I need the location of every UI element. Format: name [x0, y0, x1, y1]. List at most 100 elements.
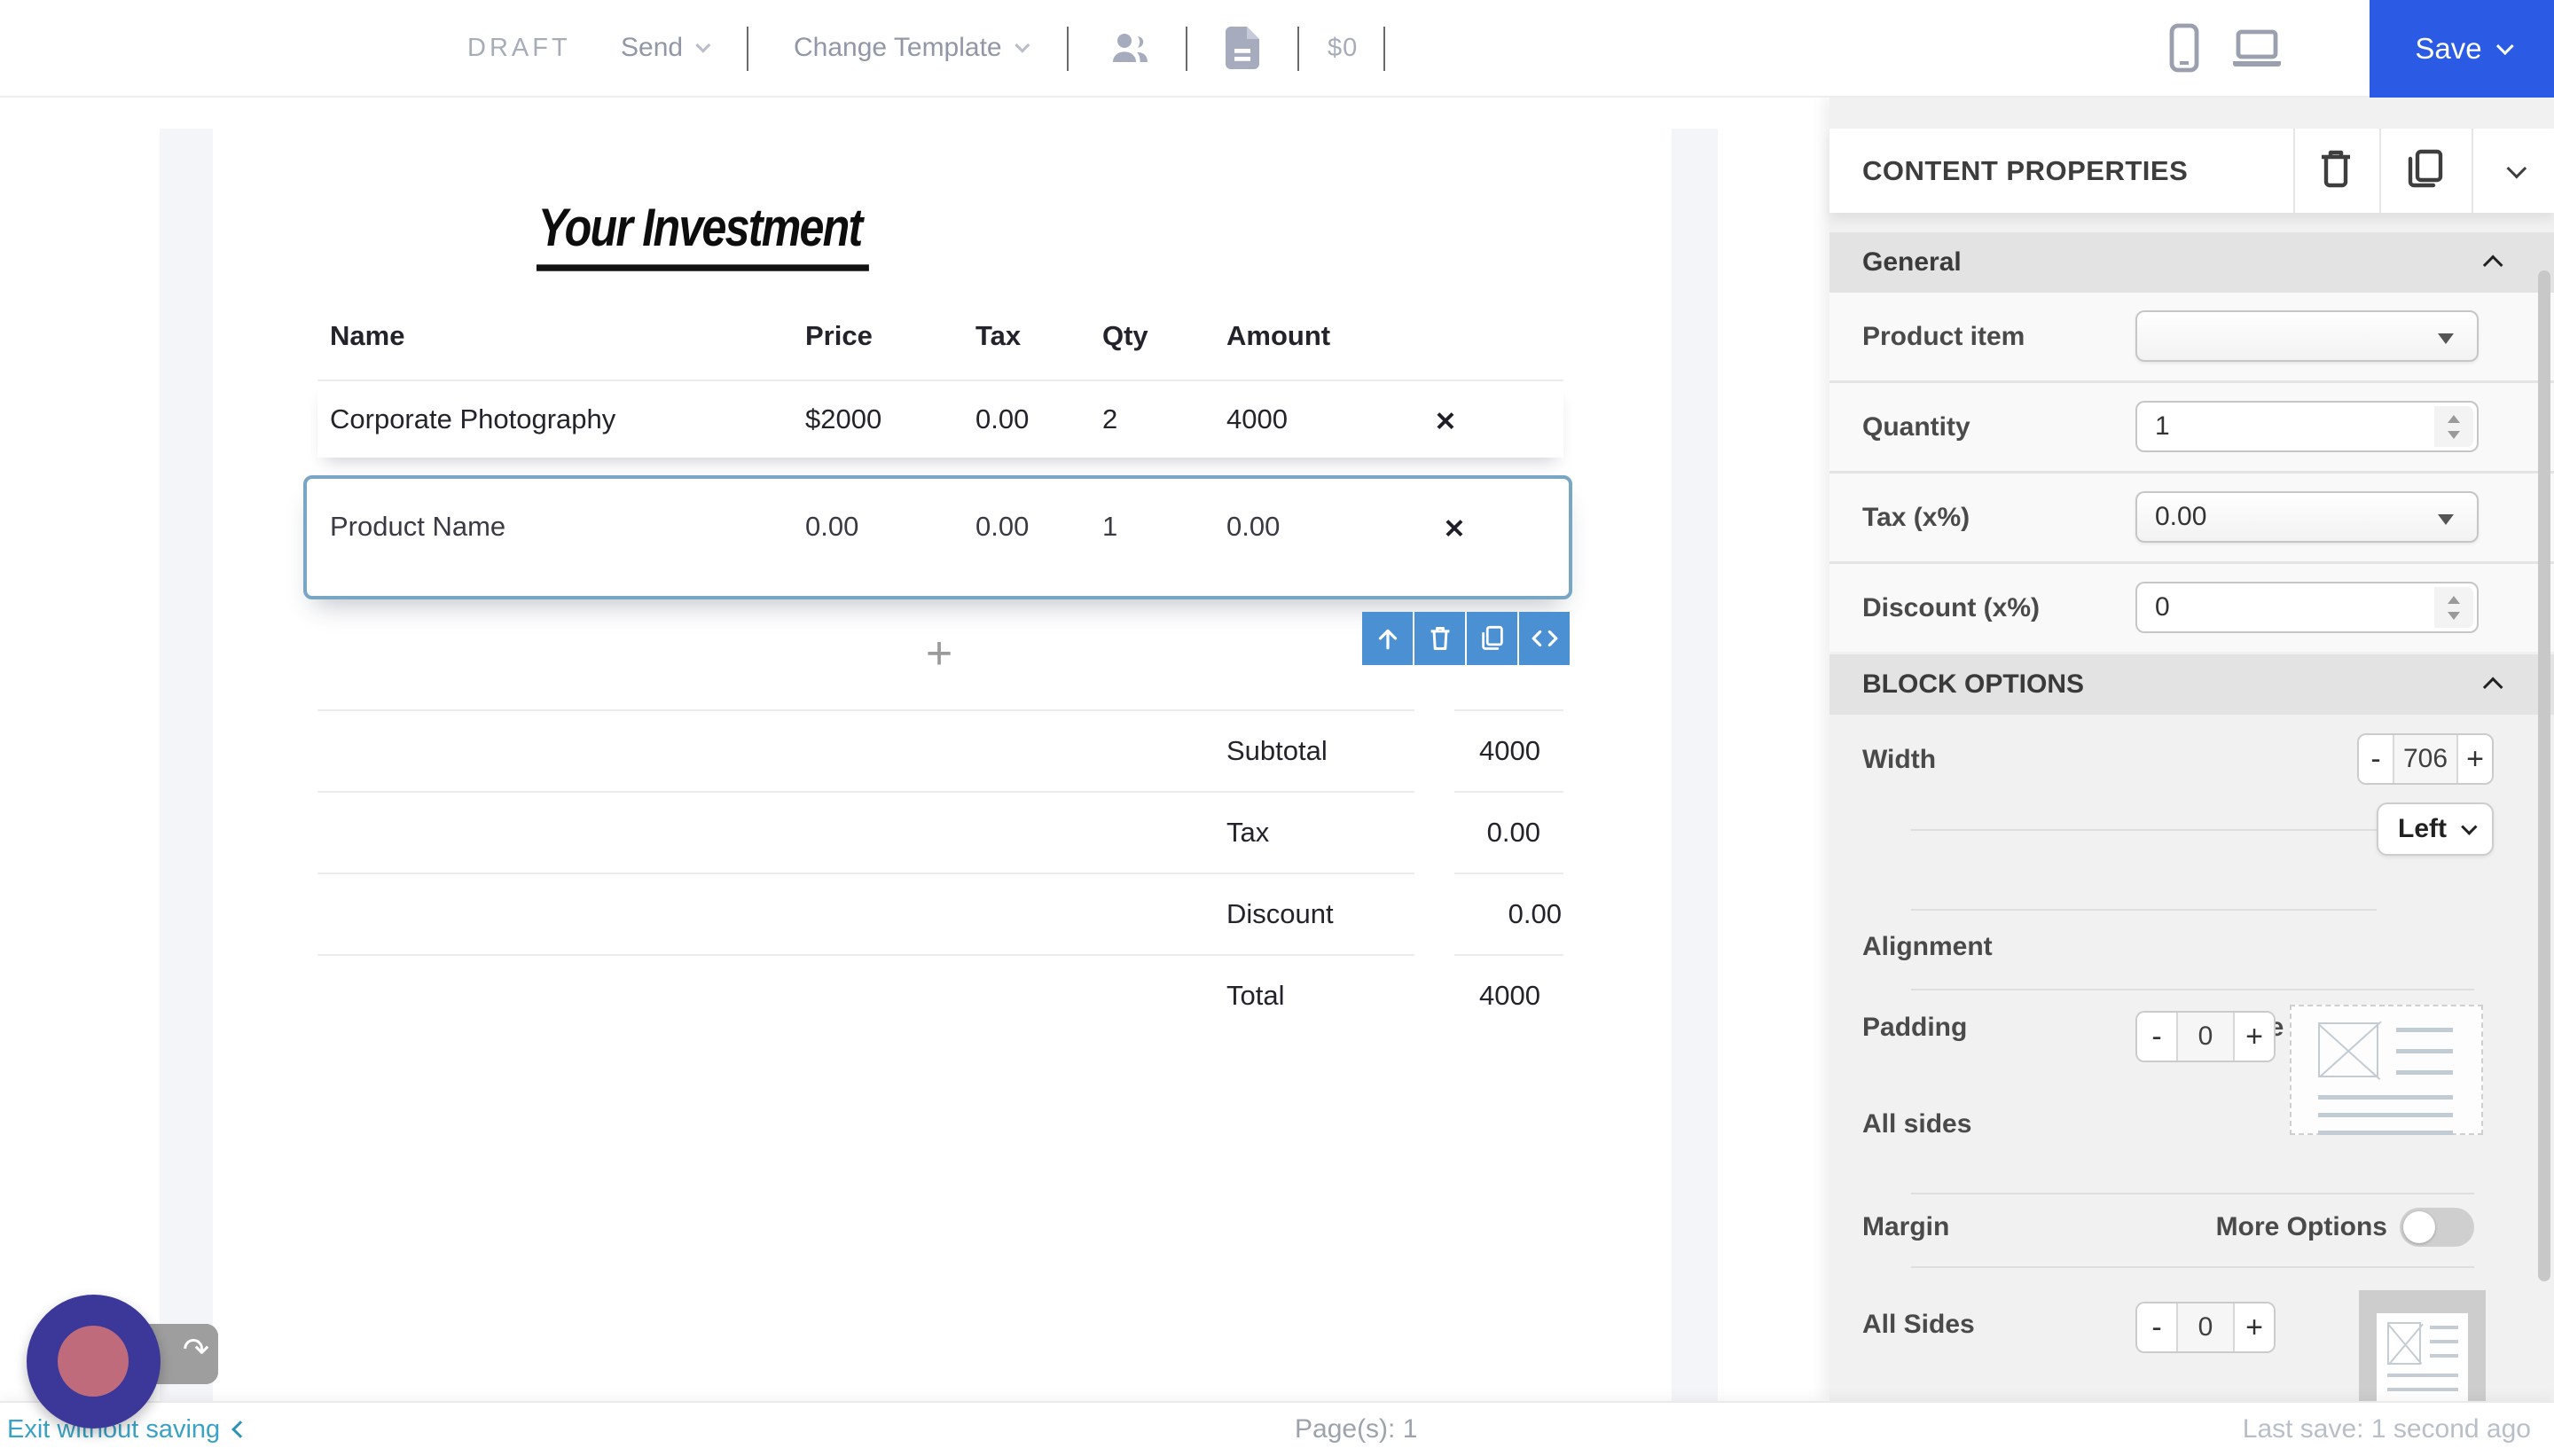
panel-title: CONTENT PROPERTIES [1862, 129, 2188, 213]
product-row[interactable]: Corporate Photography $2000 0.00 2 4000 … [317, 381, 1563, 458]
margin-all-sides-value[interactable]: 0 [2176, 1303, 2235, 1351]
laptop-icon [2229, 27, 2284, 69]
field-product-item: Product item [1829, 293, 2554, 380]
page-title[interactable]: Your Investment [537, 197, 869, 271]
product-price: $2000 [793, 403, 963, 435]
discount-value: 0 [2155, 592, 2170, 622]
width-increment-button[interactable]: + [2458, 735, 2492, 783]
people-icon [1107, 27, 1153, 69]
tax-value: 0.00 [1454, 791, 1563, 873]
delete-block-button[interactable] [1414, 612, 1465, 665]
fees-total-label: $0 [1328, 34, 1358, 63]
proposal-page: Your Investment Name Price Tax Qty Amoun… [213, 98, 1672, 1401]
alignment-label: Alignment [1862, 932, 1993, 962]
draft-status-badge: DRAFT [467, 0, 571, 96]
all-sides-label: All sides [1862, 1109, 1971, 1139]
toolbar-divider [1383, 27, 1385, 71]
all-sides-value[interactable]: 0 [2176, 1013, 2235, 1061]
product-item-select[interactable] [2135, 310, 2479, 362]
toolbar-divider [747, 27, 748, 71]
chat-widget-button[interactable] [27, 1295, 161, 1429]
save-button[interactable]: Save [2370, 0, 2554, 98]
toolbar-divider [1186, 27, 1187, 71]
top-toolbar: DRAFT Send Change Template [0, 0, 2554, 98]
subtotal-label: Subtotal [1226, 735, 1328, 767]
pricing-table-header: Name Price Tax Qty Amount [317, 293, 1563, 381]
change-template-button[interactable]: Change Template [794, 0, 1025, 96]
duplicate-content-button[interactable] [2386, 129, 2465, 213]
remove-row-button[interactable]: ✕ [1428, 406, 1463, 437]
tax-value: 0.00 [2155, 502, 2206, 532]
margin-all-sides-decrement-button[interactable]: - [2137, 1303, 2176, 1351]
chevron-down-icon [695, 38, 710, 53]
width-value[interactable]: 706 [2393, 735, 2458, 783]
toolbar-divider [1067, 27, 1069, 71]
product-row: Product Name 0.00 0.00 1 0.00 ✕ [317, 491, 1569, 562]
add-block-button[interactable]: + [890, 622, 988, 685]
quantity-input[interactable]: 1 [2135, 401, 2479, 452]
code-block-button[interactable] [1519, 612, 1570, 665]
field-discount: Discount (x%) 0 [1829, 564, 2554, 652]
width-decrement-button[interactable]: - [2359, 735, 2393, 783]
move-up-button[interactable] [1362, 612, 1413, 665]
delete-content-button[interactable] [2296, 129, 2376, 213]
product-price: 0.00 [793, 511, 963, 543]
quantity-label: Quantity [1862, 383, 1970, 471]
chevron-down-icon [2496, 37, 2514, 55]
contacts-button[interactable] [1107, 0, 1153, 96]
section-block-options[interactable]: BLOCK OPTIONS [1829, 654, 2554, 715]
spinner-down-icon [2448, 431, 2460, 439]
number-stepper[interactable] [2434, 406, 2473, 447]
mobile-preview-button[interactable] [2169, 0, 2199, 96]
field-quantity: Quantity 1 [1829, 383, 2554, 471]
document-fee-button[interactable] [1226, 0, 1259, 96]
redo-icon[interactable]: ↷ [183, 1331, 209, 1368]
product-name: Corporate Photography [317, 403, 793, 435]
padding-label: Padding [1862, 1013, 1967, 1043]
image-placeholder-icon [2318, 1022, 2378, 1077]
product-tax: 0.00 [963, 403, 1090, 435]
page-count-label: Page(s): 1 [1295, 1403, 1417, 1456]
header-divider [2379, 129, 2381, 213]
send-button[interactable]: Send [621, 0, 706, 96]
sidebar-scrollbar[interactable] [2538, 270, 2550, 1281]
chevron-up-icon [2483, 677, 2503, 698]
last-save-label: Last save: 1 second ago [2243, 1403, 2531, 1456]
image-placeholder-icon [2387, 1322, 2421, 1365]
duplicate-block-button[interactable] [1467, 612, 1517, 665]
totals-summary: Subtotal 4000 Tax 0.00 Discount 0.00 [317, 709, 1563, 1036]
number-stepper[interactable] [2434, 587, 2473, 628]
all-sides-increment-button[interactable]: + [2235, 1013, 2274, 1061]
content-properties-panel: CONTENT PROPERTIES General [1829, 98, 2554, 1401]
subtotal-value: 4000 [1454, 709, 1563, 791]
product-amount: 4000 [1214, 403, 1563, 435]
tax-select[interactable]: 0.00 [2135, 491, 2479, 543]
bottom-status-bar: Exit without saving Page(s): 1 Last save… [0, 1401, 2554, 1456]
total-label: Total [1226, 980, 1284, 1012]
col-header-tax: Tax [963, 320, 1090, 352]
document-icon [1226, 27, 1259, 69]
margin-more-options-toggle[interactable] [2400, 1208, 2474, 1247]
chat-status-dot [58, 1326, 129, 1397]
discount-input[interactable]: 0 [2135, 582, 2479, 633]
copy-icon [1480, 625, 1505, 652]
row-divider [1911, 1266, 2474, 1268]
margin-all-sides-increment-button[interactable]: + [2235, 1303, 2274, 1351]
remove-row-button[interactable]: ✕ [1437, 513, 1472, 544]
product-name: Product Name [317, 511, 793, 543]
col-header-name: Name [317, 320, 793, 352]
send-label: Send [621, 33, 683, 63]
product-qty: 2 [1090, 403, 1214, 435]
section-general[interactable]: General [1829, 232, 2554, 293]
summary-row-tax: Tax 0.00 [317, 791, 1563, 873]
alignment-select[interactable]: Left [2377, 802, 2494, 856]
fees-total-button[interactable]: $0 [1328, 0, 1358, 96]
selected-product-block[interactable]: Product Name 0.00 0.00 1 0.00 ✕ [303, 475, 1572, 599]
product-tax: 0.00 [963, 511, 1090, 543]
collapse-panel-button[interactable] [2474, 129, 2554, 213]
all-sides-decrement-button[interactable]: - [2137, 1013, 2176, 1061]
desktop-preview-button[interactable] [2229, 0, 2284, 96]
pricing-table: Name Price Tax Qty Amount Corporate Phot… [317, 293, 1563, 458]
trash-icon [2318, 149, 2354, 192]
col-header-amount: Amount [1214, 320, 1563, 352]
